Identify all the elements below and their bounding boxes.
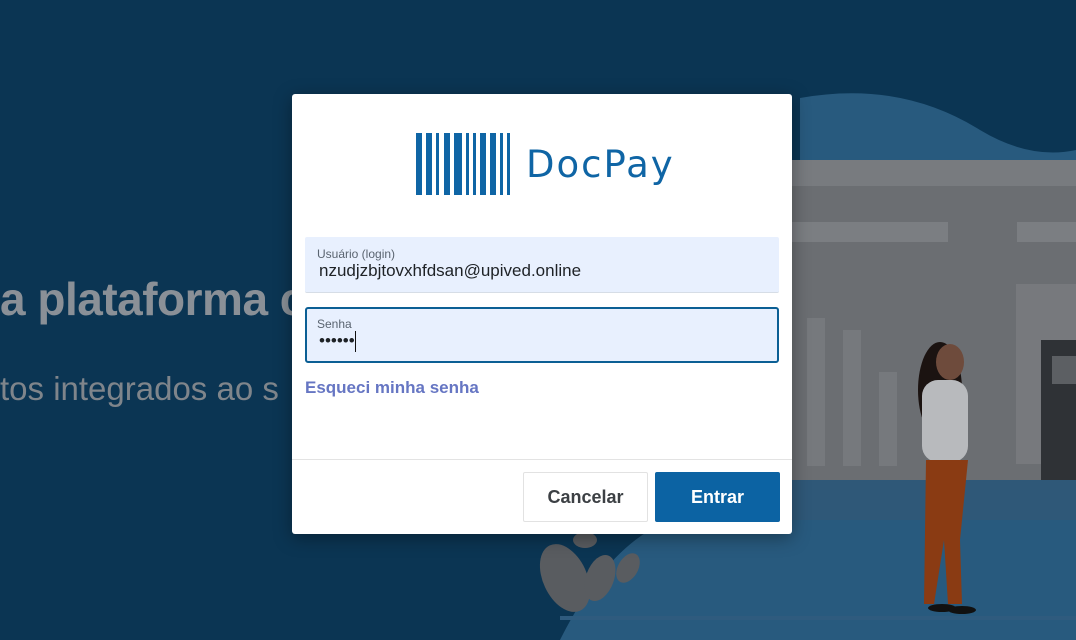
password-label: Senha: [317, 317, 352, 331]
password-field[interactable]: Senha ••••••: [305, 307, 779, 363]
docpay-logo: DocPay: [416, 132, 675, 196]
barcode-icon: [416, 133, 510, 195]
logo-text: DocPay: [526, 142, 675, 186]
text-caret: [355, 331, 356, 352]
forgot-password-link[interactable]: Esqueci minha senha: [305, 378, 479, 398]
hero-title: a plataforma c: [0, 273, 305, 325]
divider: [292, 459, 792, 460]
password-input[interactable]: ••••••: [319, 331, 759, 351]
hero-subtitle: tos integrados ao s: [0, 370, 279, 407]
username-label: Usuário (login): [317, 247, 396, 261]
login-dialog: DocPay Usuário (login) Senha •••••• Esqu…: [292, 94, 792, 534]
login-button[interactable]: Entrar: [655, 472, 780, 522]
cancel-button[interactable]: Cancelar: [523, 472, 648, 522]
login-page: a plataforma c tos integrados ao s DocPa…: [0, 0, 1076, 640]
username-field[interactable]: Usuário (login): [305, 237, 779, 293]
username-input[interactable]: [319, 261, 759, 281]
